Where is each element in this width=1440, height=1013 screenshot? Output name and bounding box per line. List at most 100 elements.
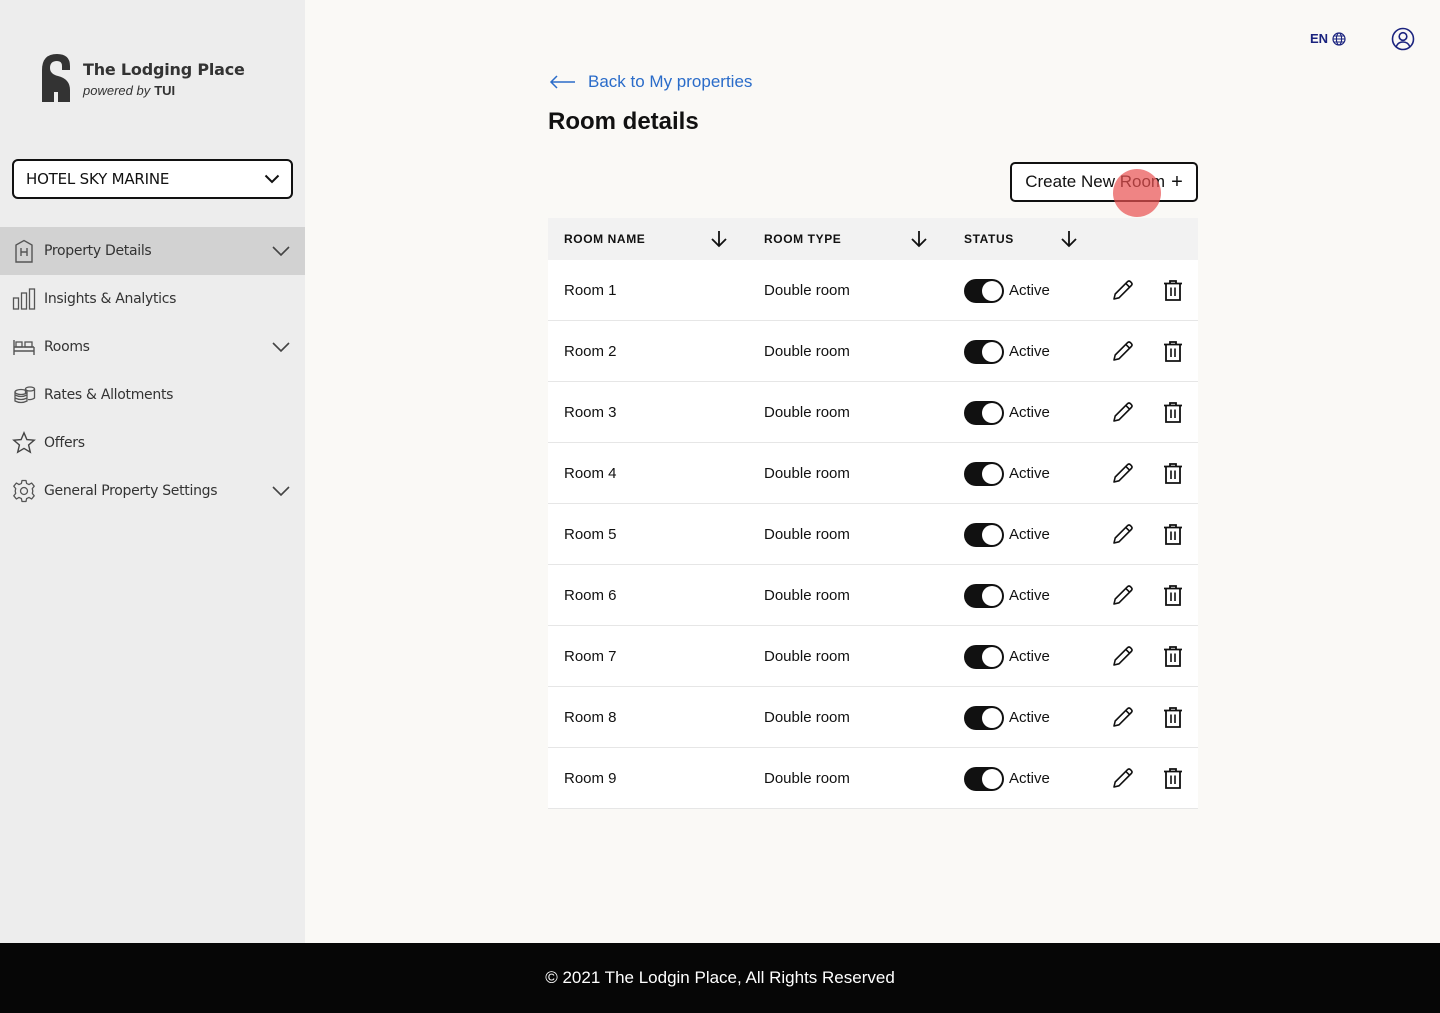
status-toggle[interactable]	[964, 645, 1004, 669]
room-name-cell: Room 6	[564, 587, 617, 604]
sidebar-nav: Property Details Insights & Analytics Ro…	[0, 227, 305, 515]
status-toggle[interactable]	[964, 401, 1004, 425]
sidebar-item-property-details[interactable]: Property Details	[0, 227, 305, 275]
arrow-left-icon	[549, 75, 575, 89]
sidebar-item-label: Rates & Allotments	[44, 387, 174, 403]
column-header-room-name: ROOM NAME	[564, 232, 646, 246]
edit-pencil-icon[interactable]	[1111, 400, 1135, 424]
delete-trash-icon[interactable]	[1161, 461, 1185, 485]
status-toggle[interactable]	[964, 584, 1004, 608]
edit-pencil-icon[interactable]	[1111, 766, 1135, 790]
table-row: Room 8 Double room Active	[548, 687, 1198, 748]
page-title: Room details	[548, 108, 699, 135]
status-label: Active	[1009, 709, 1050, 726]
status-toggle[interactable]	[964, 462, 1004, 486]
column-header-room-type: ROOM TYPE	[764, 232, 842, 246]
sidebar-item-rates[interactable]: Rates & Allotments	[0, 371, 305, 419]
sidebar-item-rooms[interactable]: Rooms	[0, 323, 305, 371]
language-selector[interactable]: EN	[1310, 31, 1346, 46]
hotel-selector[interactable]: HOTEL SKY MARINE	[12, 159, 293, 199]
chevron-down-icon	[272, 342, 290, 353]
room-name-cell: Room 2	[564, 343, 617, 360]
toggle-knob	[982, 708, 1002, 728]
hotel-selector-value: HOTEL SKY MARINE	[26, 170, 170, 188]
room-type-cell: Double room	[764, 282, 850, 299]
room-name-cell: Room 5	[564, 526, 617, 543]
toggle-knob	[982, 586, 1002, 606]
brand-logo[interactable]: The Lodging Place powered by TUI	[40, 52, 245, 104]
status-toggle[interactable]	[964, 767, 1004, 791]
room-name-cell: Room 8	[564, 709, 617, 726]
toggle-knob	[982, 342, 1002, 362]
brand-subtitle: powered by TUI	[83, 83, 176, 98]
status-label: Active	[1009, 404, 1050, 421]
delete-trash-icon[interactable]	[1161, 339, 1185, 363]
delete-trash-icon[interactable]	[1161, 400, 1185, 424]
status-label: Active	[1009, 770, 1050, 787]
sidebar-item-label: General Property Settings	[44, 483, 218, 499]
room-type-cell: Double room	[764, 587, 850, 604]
delete-trash-icon[interactable]	[1161, 278, 1185, 302]
sidebar-item-label: Offers	[44, 435, 85, 451]
toggle-knob	[982, 525, 1002, 545]
room-name-cell: Room 3	[564, 404, 617, 421]
room-name-cell: Room 1	[564, 282, 617, 299]
create-button-label: Create New Room	[1025, 172, 1166, 191]
status-toggle[interactable]	[964, 279, 1004, 303]
edit-pencil-icon[interactable]	[1111, 583, 1135, 607]
table-row: Room 1 Double room Active	[548, 260, 1198, 321]
delete-trash-icon[interactable]	[1161, 766, 1185, 790]
plus-icon: +	[1171, 170, 1183, 193]
table-row: Room 5 Double room Active	[548, 504, 1198, 565]
edit-pencil-icon[interactable]	[1111, 644, 1135, 668]
toggle-knob	[982, 769, 1002, 789]
room-name-cell: Room 9	[564, 770, 617, 787]
room-type-cell: Double room	[764, 770, 850, 787]
room-type-cell: Double room	[764, 404, 850, 421]
room-type-cell: Double room	[764, 465, 850, 482]
edit-pencil-icon[interactable]	[1111, 705, 1135, 729]
status-toggle[interactable]	[964, 340, 1004, 364]
edit-pencil-icon[interactable]	[1111, 278, 1135, 302]
sidebar: The Lodging Place powered by TUI HOTEL SK…	[0, 0, 305, 943]
user-account-icon[interactable]	[1391, 27, 1415, 51]
status-label: Active	[1009, 282, 1050, 299]
coins-icon	[12, 383, 36, 407]
room-type-cell: Double room	[764, 343, 850, 360]
status-toggle[interactable]	[964, 523, 1004, 547]
brand-title: The Lodging Place	[83, 60, 245, 79]
sort-arrow-down-icon[interactable]	[1060, 230, 1078, 248]
chevron-down-icon	[264, 174, 280, 184]
sort-arrow-down-icon[interactable]	[910, 230, 928, 248]
copyright-text: © 2021 The Lodgin Place, All Rights Rese…	[545, 968, 895, 987]
sidebar-item-offers[interactable]: Offers	[0, 419, 305, 467]
rooms-table: ROOM NAME ROOM TYPE STATUS Room 1 Double…	[548, 218, 1198, 809]
status-label: Active	[1009, 465, 1050, 482]
sidebar-item-general-settings[interactable]: General Property Settings	[0, 467, 305, 515]
back-link-label: Back to My properties	[588, 72, 753, 91]
back-to-properties-link[interactable]: Back to My properties	[549, 72, 752, 92]
edit-pencil-icon[interactable]	[1111, 522, 1135, 546]
room-type-cell: Double room	[764, 648, 850, 665]
table-row: Room 7 Double room Active	[548, 626, 1198, 687]
table-body: Room 1 Double room Active Room 2 Double …	[548, 260, 1198, 809]
logo-mark-icon	[42, 54, 70, 102]
column-header-status: STATUS	[964, 232, 1014, 246]
sidebar-item-insights[interactable]: Insights & Analytics	[0, 275, 305, 323]
delete-trash-icon[interactable]	[1161, 705, 1185, 729]
room-name-cell: Room 7	[564, 648, 617, 665]
status-label: Active	[1009, 648, 1050, 665]
delete-trash-icon[interactable]	[1161, 522, 1185, 546]
delete-trash-icon[interactable]	[1161, 644, 1185, 668]
table-row: Room 9 Double room Active	[548, 748, 1198, 809]
toggle-knob	[982, 281, 1002, 301]
table-row: Room 2 Double room Active	[548, 321, 1198, 382]
edit-pencil-icon[interactable]	[1111, 339, 1135, 363]
edit-pencil-icon[interactable]	[1111, 461, 1135, 485]
delete-trash-icon[interactable]	[1161, 583, 1185, 607]
create-new-room-button[interactable]: Create New Room +	[1010, 162, 1198, 202]
status-toggle[interactable]	[964, 706, 1004, 730]
sort-arrow-down-icon[interactable]	[710, 230, 728, 248]
table-row: Room 3 Double room Active	[548, 382, 1198, 443]
sidebar-item-label: Insights & Analytics	[44, 291, 177, 307]
